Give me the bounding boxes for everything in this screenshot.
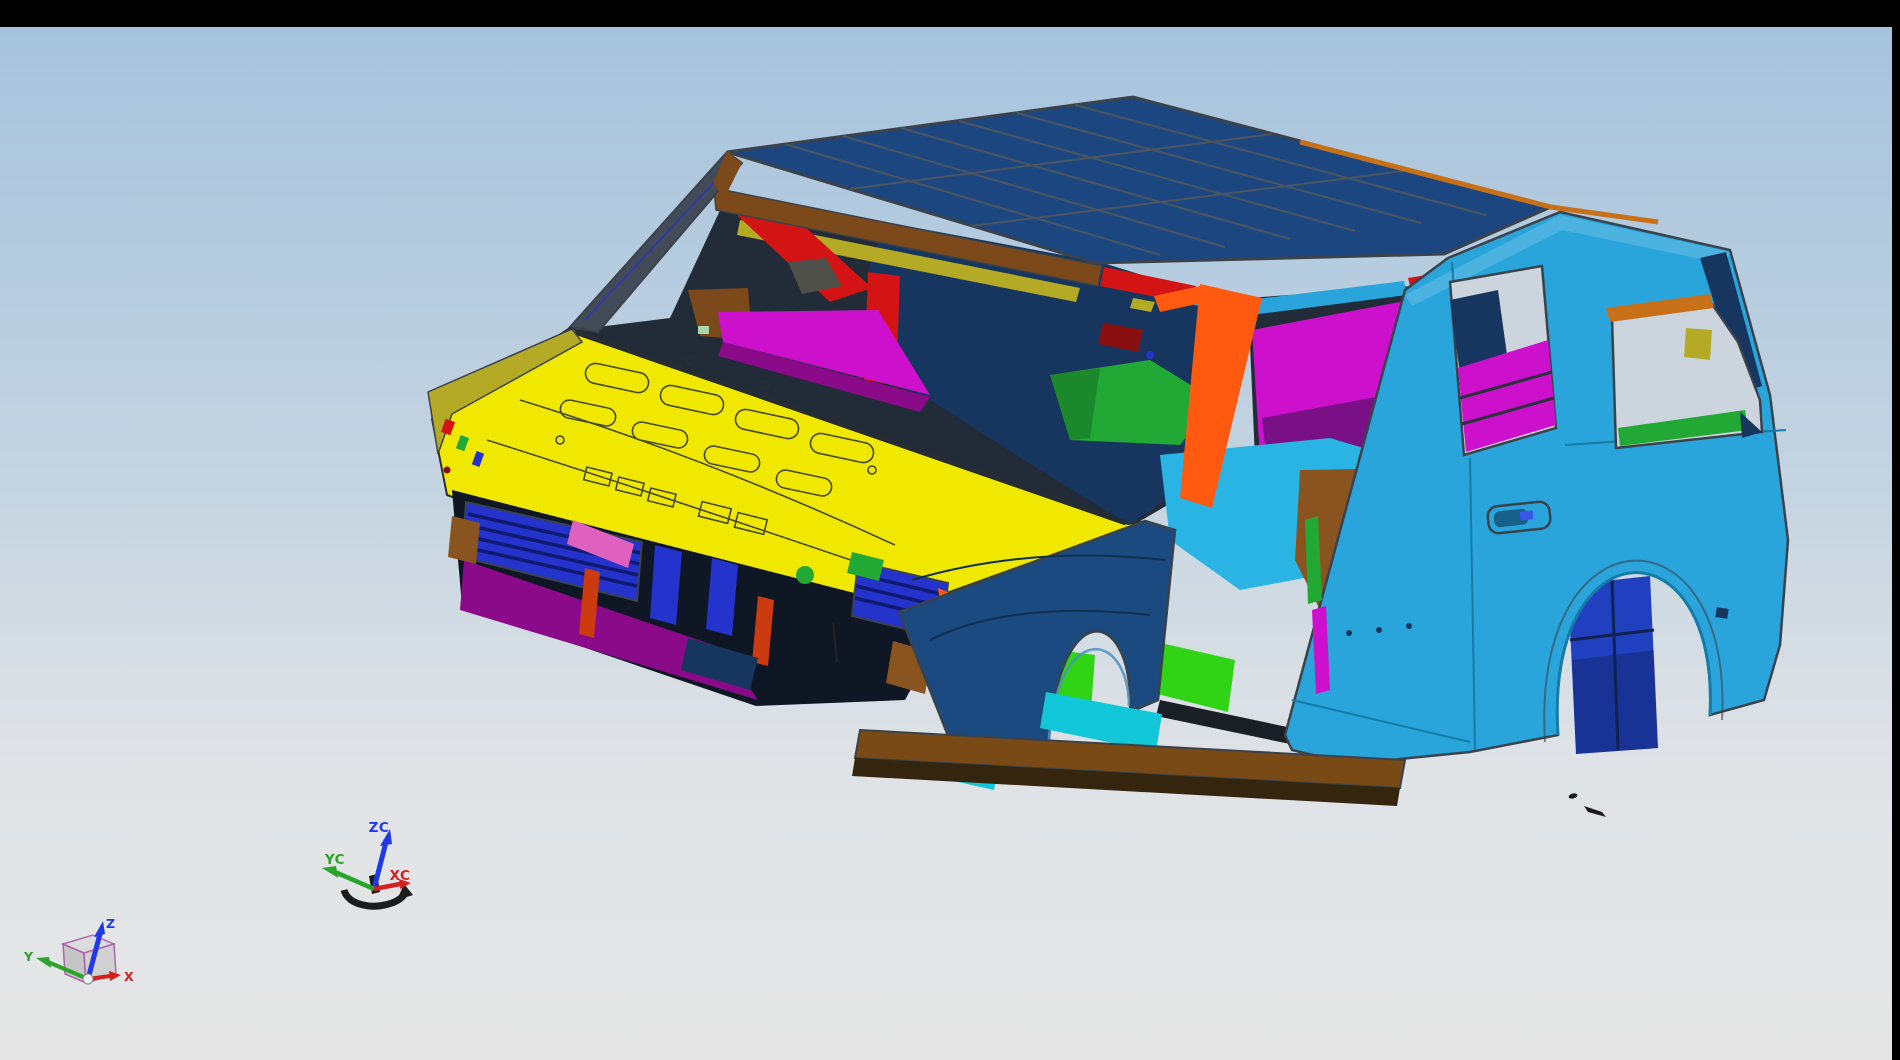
handle-latch	[1520, 510, 1534, 520]
rear-door-window[interactable]	[1450, 266, 1556, 455]
window-top-bar	[0, 0, 1900, 27]
panel-hole	[1715, 607, 1728, 619]
xc-axis-label: XC	[390, 868, 411, 884]
3d-viewport[interactable]: ZC YC XC	[0, 27, 1892, 1060]
mint-clip	[698, 326, 709, 334]
origin-sphere[interactable]	[83, 974, 93, 984]
blue-fastener	[1146, 351, 1154, 359]
zc-axis-label: ZC	[369, 820, 390, 836]
bracket	[448, 516, 480, 564]
y-axis-label: Y	[23, 949, 34, 964]
dark-red-dot	[444, 467, 451, 474]
z-axis-label: Z	[106, 916, 116, 931]
yc-axis-label: YC	[324, 852, 345, 868]
door-handle-pocket[interactable]	[1487, 501, 1551, 534]
x-axis-label: X	[124, 969, 134, 984]
window-right-bar	[1892, 0, 1900, 1060]
cad-application-window: ZC YC XC	[0, 0, 1900, 1060]
mount	[796, 566, 814, 584]
quarter-window-bracket	[1684, 328, 1712, 360]
model-canvas[interactable]: ZC YC XC	[0, 27, 1892, 1060]
